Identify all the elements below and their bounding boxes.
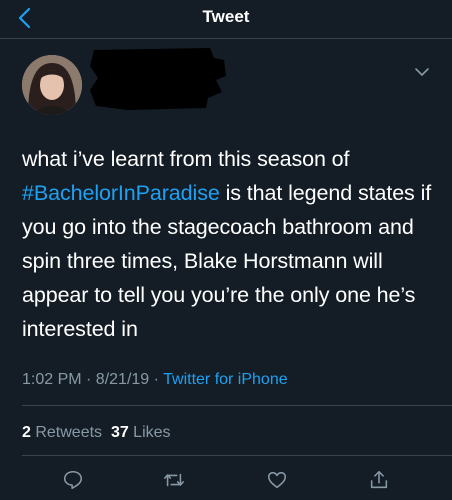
- likes-stat[interactable]: 37 Likes: [111, 424, 171, 441]
- retweet-icon[interactable]: [163, 469, 185, 491]
- share-icon[interactable]: [368, 469, 390, 491]
- tweet-text-start: what i’ve learnt from this season of: [22, 147, 350, 171]
- divider: [22, 405, 452, 406]
- retweets-label: Retweets: [30, 424, 111, 441]
- avatar[interactable]: [22, 55, 82, 115]
- tweet-meta: 1:02 PM · 8/21/19 · Twitter for iPhone: [22, 371, 288, 389]
- likes-count: 37: [110, 424, 129, 441]
- page-title: Tweet: [202, 7, 250, 26]
- avatar-image: [22, 55, 82, 115]
- chevron-down-icon[interactable]: [414, 66, 430, 78]
- likes-label: Likes: [128, 424, 171, 441]
- tweet-text: what i’ve learnt from this season of #Ba…: [22, 142, 437, 346]
- redacted-username: [90, 48, 226, 110]
- tweet-stats: 2 Retweets 37 Likes: [22, 424, 171, 442]
- divider: [22, 455, 452, 456]
- hashtag-link[interactable]: #BachelorInParadise: [22, 181, 220, 205]
- top-bar: Tweet: [0, 0, 452, 39]
- retweets-stat[interactable]: 2 Retweets: [22, 424, 111, 441]
- tweet-timestamp: 1:02 PM · 8/21/19 ·: [22, 371, 164, 388]
- source-link[interactable]: Twitter for iPhone: [163, 371, 288, 388]
- heart-icon[interactable]: [266, 469, 288, 491]
- tweet-text-end: is that legend states if you go into the…: [22, 181, 432, 341]
- retweets-count: 2: [22, 424, 31, 441]
- reply-icon[interactable]: [62, 469, 84, 491]
